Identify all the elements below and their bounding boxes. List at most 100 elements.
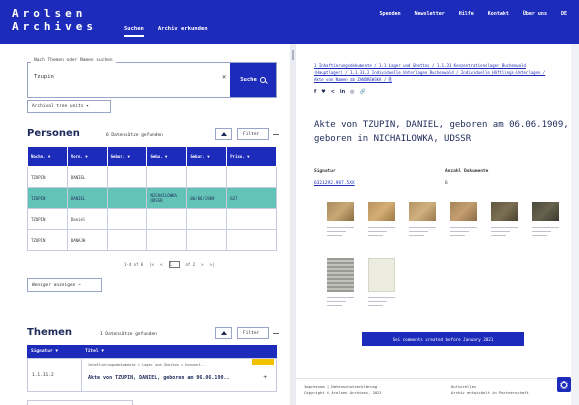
comments-notice-button[interactable]: Sei comments created before January 2021 (362, 332, 524, 346)
search-field[interactable]: Tzupin × Suche (27, 62, 277, 98)
top-navigation-bar: Arolsen Archives Suchen Archiv erkunden … (0, 0, 579, 44)
document-thumbnail[interactable] (491, 202, 518, 221)
document-thumbnail[interactable] (327, 258, 354, 292)
thumbnail-caption (368, 294, 395, 306)
show-less-button[interactable]: Weniger anzeigen ~ (27, 278, 102, 292)
document-thumbnail[interactable] (409, 202, 436, 221)
table-row[interactable]: TZUPIN DANIEL (27, 166, 277, 188)
link-newsletter[interactable]: Newsletter (415, 11, 445, 17)
language-selector[interactable]: DE (561, 11, 567, 17)
persons-collapse-icon[interactable] (273, 134, 279, 135)
cell-birthdate (186, 208, 228, 230)
top-links: Spenden Newsletter Hilfe Kontakt Über un… (380, 11, 567, 17)
document-count: 6 (445, 181, 448, 186)
cell-birthplace: NICHAILOWKA UDSSR (146, 187, 188, 209)
new-badge (252, 359, 274, 365)
share-icon[interactable]: < (331, 89, 335, 95)
thumbnail-caption (532, 224, 559, 236)
themes-download-button[interactable] (215, 327, 232, 339)
cell-prisoner-no (226, 166, 277, 188)
document-thumbnail[interactable] (450, 202, 477, 221)
persons-heading: Personen (27, 128, 80, 139)
themes-filter-button[interactable]: Filter (237, 327, 269, 339)
table-row[interactable]: TZUPIN DANAJH (27, 229, 277, 251)
cell-birthplace (146, 166, 188, 188)
document-thumbnail[interactable] (532, 202, 559, 221)
heart-icon[interactable]: ♥ (321, 89, 325, 95)
cell-birthname (106, 166, 148, 188)
persons-table: Nachn. ▼ Vorn. ▼ Gebur. ▼ Gebu. ▼ Gebur.… (27, 146, 277, 251)
cell-birthplace (146, 229, 188, 251)
arolsen-archives-logo[interactable]: Arolsen Archives (12, 7, 97, 33)
breadcrumb[interactable]: 1 Inhaftierungsdokumente / 1.1 Lager und… (314, 62, 554, 83)
col-prisoner-no[interactable]: Priso. ▼ (226, 146, 277, 167)
right-scrollbar[interactable] (571, 44, 579, 405)
document-thumbnail[interactable] (368, 202, 395, 221)
col-birthplace[interactable]: Gebu. ▼ (146, 146, 188, 167)
footer-col-1: Impressum | Datenschutzerklärung Copyrig… (304, 384, 382, 396)
persons-pagination: 1-4 of 6 |< < 1 of 2 > >| (124, 261, 214, 268)
link-about[interactable]: Über uns (523, 11, 547, 17)
search-icon (259, 77, 266, 83)
expand-icon[interactable]: + (263, 374, 267, 381)
col-signature[interactable]: Signatur ▼ (27, 345, 81, 358)
document-detail-pane: 1 Inhaftierungsdokumente / 1.1 Lager und… (296, 44, 571, 405)
link-help[interactable]: Hilfe (459, 11, 474, 17)
thumbnail-caption (409, 224, 436, 236)
themes-collapse-icon[interactable] (273, 333, 279, 334)
cell-prisoner-no (226, 208, 277, 230)
logo-line-1: Arolsen (12, 7, 87, 20)
document-thumbnail[interactable] (327, 202, 354, 221)
signature-link[interactable]: 6321292.987.5XX (314, 181, 355, 186)
first-page-button[interactable]: |< (149, 262, 154, 267)
themes-heading: Themen (27, 327, 73, 338)
col-birthname[interactable]: Gebur. ▼ (106, 146, 148, 167)
col-firstname[interactable]: Vorn. ▼ (66, 146, 108, 167)
search-input[interactable]: Tzupin (34, 74, 54, 80)
signature-label: Signatur (314, 169, 336, 174)
persons-header-row: Nachn. ▼ Vorn. ▼ Gebur. ▼ Gebu. ▼ Gebur.… (27, 146, 277, 167)
persons-download-button[interactable] (215, 128, 232, 140)
table-row-selected[interactable]: TZUPIN DANIEL NICHAILOWKA UDSSR 06/06/19… (27, 187, 277, 209)
col-lastname[interactable]: Nachn. ▼ (27, 146, 68, 167)
cell-prisoner-no (226, 229, 277, 251)
cell-birthname (106, 187, 148, 209)
footer: Impressum | Datenschutzerklärung Copyrig… (296, 378, 571, 405)
search-button[interactable]: Suche (230, 63, 276, 97)
prev-page-button[interactable]: < (160, 262, 162, 267)
cell-birthname (106, 208, 148, 230)
clear-search-icon[interactable]: × (222, 73, 226, 81)
linkedin-icon[interactable]: in (340, 89, 345, 95)
instagram-icon[interactable]: ◎ (350, 89, 354, 95)
tab-explore-archive[interactable]: Archiv erkunden (158, 26, 208, 37)
thumbnail-caption (327, 294, 354, 306)
cell-lastname: TZUPIN (27, 208, 68, 230)
settings-gear-icon[interactable] (557, 377, 571, 392)
link-icon[interactable]: 🔗 (360, 89, 366, 95)
facebook-icon[interactable]: f (314, 89, 316, 95)
page-total: of 2 (185, 262, 196, 267)
document-count-label: Anzahl Dokumente (445, 169, 489, 174)
themes-header-row: Signatur ▼ Titel ▼ (27, 345, 277, 358)
last-page-button[interactable]: >| (210, 262, 215, 267)
col-title[interactable]: Titel ▼ (81, 345, 104, 358)
next-page-button[interactable]: > (201, 262, 203, 267)
link-contact[interactable]: Kontakt (488, 11, 509, 17)
table-row[interactable]: 1.1.31.2 Inhaftierungsdokumente > Lager … (27, 358, 277, 392)
theme-title[interactable]: Akte von TZUPIN, DANIEL, geboren am 06.0… (88, 375, 276, 381)
thumbnail-caption (491, 224, 518, 236)
cell-firstname: DANAJH (66, 229, 108, 251)
cell-birthdate (186, 229, 228, 251)
col-birthdate[interactable]: Gebur. ▼ (186, 146, 228, 167)
archival-tree-units-dropdown[interactable]: Archival tree units ▾ (27, 100, 111, 113)
cell-lastname: TZUPIN (27, 166, 68, 188)
tab-search[interactable]: Suchen (124, 26, 144, 37)
persons-filter-button[interactable]: Filter (237, 128, 269, 140)
table-row[interactable]: TZUPIN Daniel (27, 208, 277, 230)
next-section-fragment (27, 400, 133, 405)
link-donate[interactable]: Spenden (380, 11, 401, 17)
document-thumbnail[interactable] (368, 258, 395, 292)
page-number-input[interactable]: 1 (168, 261, 180, 268)
footer-partnership: Archiv entwickelt in Partnerschaft (451, 390, 529, 395)
cell-lastname: TZUPIN (27, 187, 68, 209)
